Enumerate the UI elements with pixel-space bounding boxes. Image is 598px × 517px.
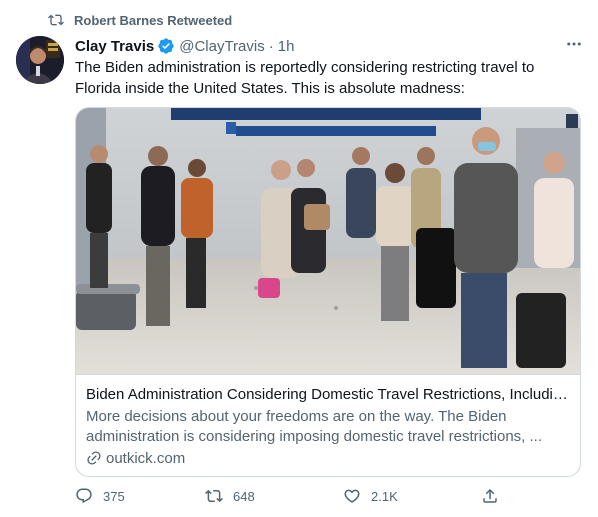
reply-icon (76, 488, 92, 504)
card-domain: outkick.com (86, 448, 185, 468)
card-title: Biden Administration Considering Domesti… (86, 386, 571, 403)
timestamp[interactable]: 1h (278, 38, 295, 55)
heart-icon (344, 489, 360, 503)
verified-badge-icon (158, 38, 174, 54)
card-domain-label: outkick.com (106, 449, 186, 467)
tweet-text: The Biden administration is reportedly c… (75, 59, 535, 97)
link-card[interactable]: Biden Administration Considering Domesti… (75, 107, 581, 477)
reply-count: 375 (103, 488, 125, 504)
retweet-label: Robert Barnes Retweeted (74, 12, 233, 28)
retweet-count: 648 (233, 488, 255, 504)
tweet[interactable]: Robert Barnes Retweeted Clay Travis @Cla… (0, 0, 598, 517)
separator-dot: · (268, 37, 274, 55)
like-count: 2.1K (371, 488, 398, 504)
share-icon (483, 488, 497, 503)
like-button[interactable]: 2.1K (343, 487, 398, 505)
retweet-icon (205, 489, 223, 503)
card-description: More decisions about your freedoms are o… (86, 408, 543, 445)
tweet-actions: 375 648 2.1K (75, 487, 505, 507)
retweet-button[interactable]: 648 (205, 487, 255, 505)
card-divider (76, 374, 580, 375)
more-icon (567, 42, 581, 46)
tweet-header: Clay Travis @ClayTravis · 1h (75, 36, 294, 56)
avatar-photo (16, 36, 64, 84)
retweet-context[interactable]: Robert Barnes Retweeted (48, 10, 232, 30)
display-name[interactable]: Clay Travis (75, 38, 154, 55)
airport-photo (76, 108, 580, 374)
reply-button[interactable]: 375 (75, 487, 125, 505)
avatar[interactable] (16, 36, 64, 84)
more-options-button[interactable] (564, 36, 584, 52)
user-handle[interactable]: @ClayTravis (179, 38, 265, 55)
share-button[interactable] (481, 487, 499, 505)
retweet-icon (48, 14, 64, 26)
link-icon (87, 451, 101, 465)
